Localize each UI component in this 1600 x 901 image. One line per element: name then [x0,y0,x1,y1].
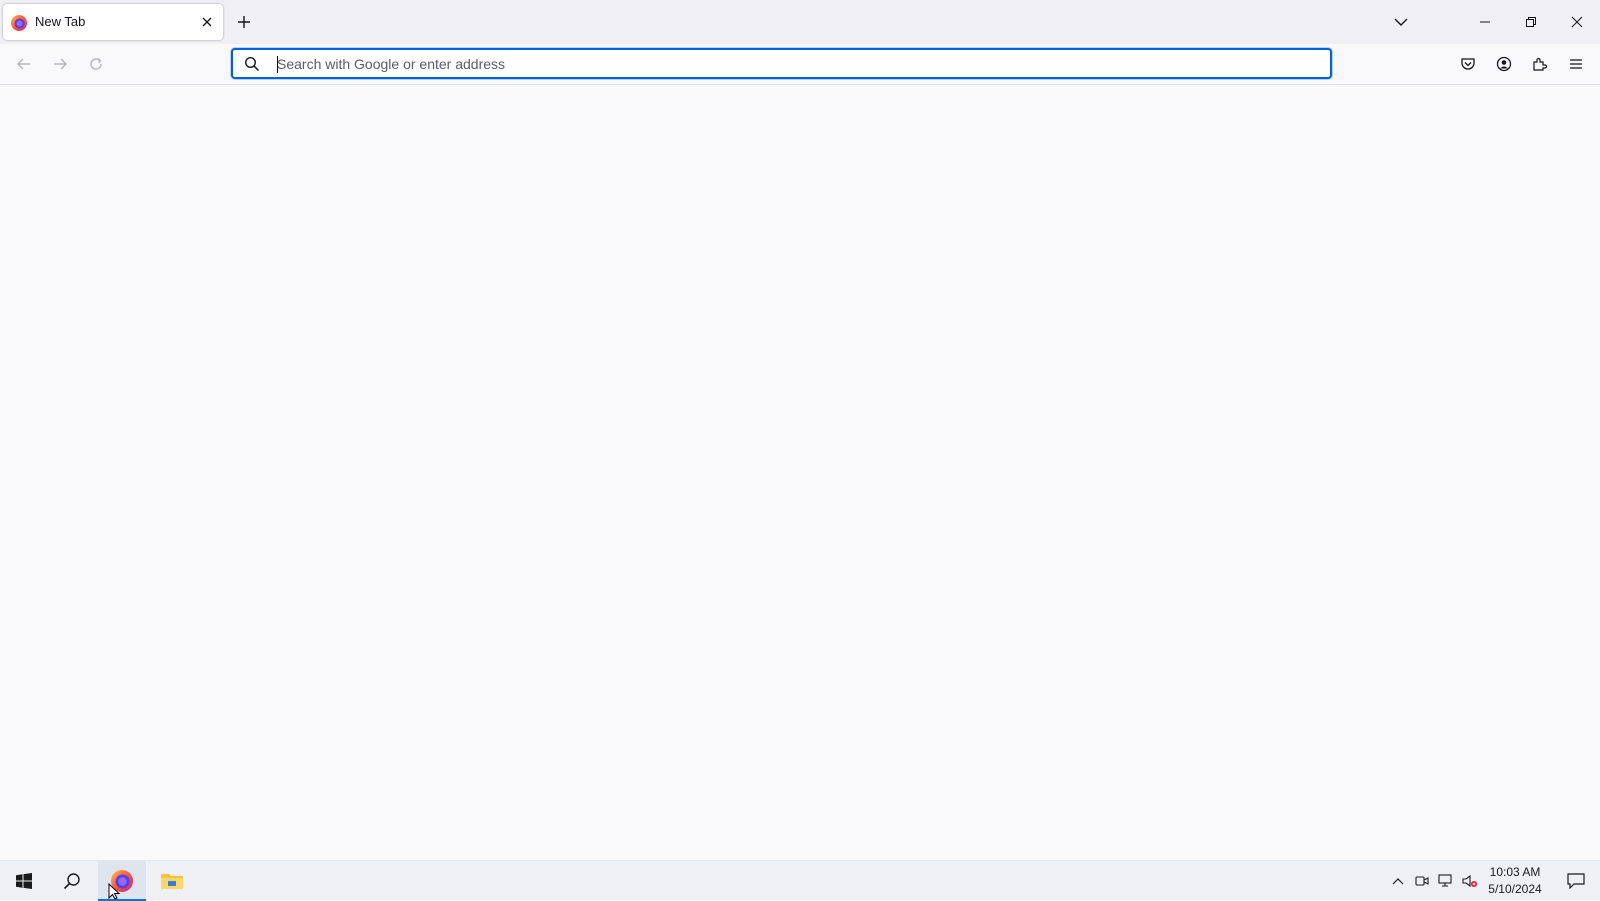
minimize-button[interactable] [1462,0,1508,44]
tab-title: New Tab [35,14,86,29]
close-icon [202,17,212,27]
start-button[interactable] [0,861,48,901]
action-center-icon [1567,873,1585,889]
taskbar-firefox-button[interactable] [98,861,146,901]
restore-icon [1526,17,1536,27]
arrow-right-icon [54,58,67,70]
forward-button[interactable] [48,52,72,76]
url-input[interactable] [277,53,1317,75]
taskbar-search-button[interactable] [48,861,96,901]
system-clock[interactable]: 10:03 AM 5/10/2024 [1484,864,1546,898]
tab-new-tab[interactable]: New Tab [3,4,223,40]
extensions-button[interactable] [1528,52,1552,76]
chevron-up-icon [1392,878,1404,885]
pocket-icon [1461,58,1475,70]
new-tab-button[interactable] [234,12,254,32]
windows-start-icon [16,873,32,889]
page-content [0,86,1600,860]
arrow-left-icon [17,58,30,70]
tab-close-button[interactable] [197,12,217,32]
search-icon [244,56,260,72]
firefox-logo-icon [11,15,27,31]
browser-window: New Tab [0,0,1600,860]
action-center-button[interactable] [1556,861,1596,901]
clock-time: 10:03 AM [1489,865,1541,879]
back-button[interactable] [12,52,36,76]
plus-icon [238,16,250,28]
reload-button[interactable] [84,52,108,76]
network-icon [1438,874,1452,887]
app-menu-button[interactable] [1564,52,1588,76]
menu-icon [1570,59,1582,69]
minimize-icon [1480,21,1490,23]
clock-date: 5/10/2024 [1488,882,1542,896]
volume-button[interactable] [1460,871,1480,891]
pocket-button[interactable] [1456,52,1480,76]
extensions-icon [1533,57,1548,71]
meet-now-icon [1415,876,1429,886]
chevron-down-icon [1394,18,1408,26]
navigation-toolbar [0,44,1600,85]
show-hidden-icons-button[interactable] [1388,871,1408,891]
meet-now-button[interactable] [1412,871,1432,891]
network-button[interactable] [1436,871,1456,891]
mouse-cursor-icon [108,883,120,900]
reload-icon [90,57,102,70]
address-bar[interactable] [231,48,1332,79]
account-button[interactable] [1492,52,1516,76]
taskbar: 10:03 AM 5/10/2024 [0,860,1600,901]
file-explorer-icon [161,874,183,889]
list-all-tabs-button[interactable] [1390,12,1412,32]
restore-button[interactable] [1508,0,1554,44]
window-close-button[interactable] [1554,0,1600,44]
volume-muted-icon [1462,874,1477,888]
text-cursor [277,56,278,73]
tab-strip: New Tab [0,0,1600,44]
account-icon [1496,56,1512,72]
taskbar-file-explorer-button[interactable] [148,861,196,901]
close-icon [1571,16,1583,28]
search-icon [63,873,80,890]
